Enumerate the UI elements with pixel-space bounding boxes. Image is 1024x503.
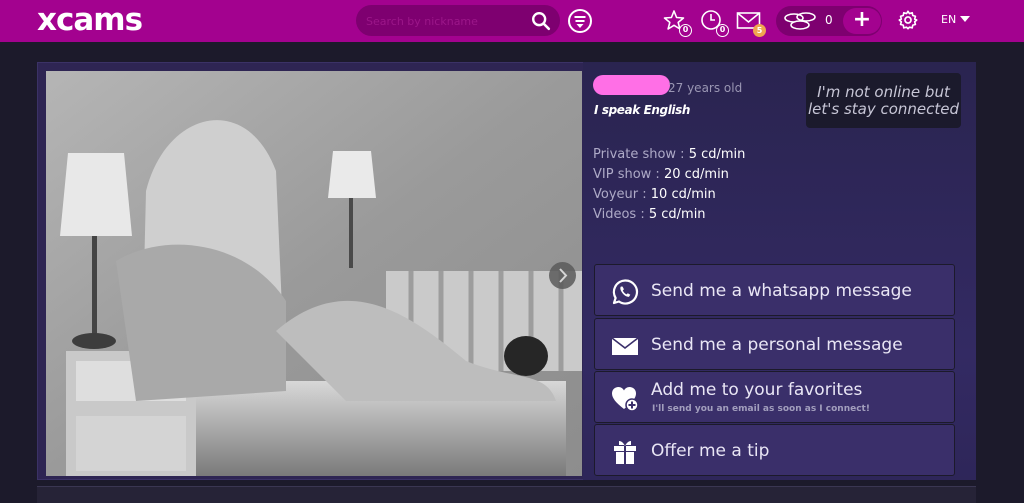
offer-tip-button[interactable]: Offer me a tip xyxy=(594,424,955,476)
offline-status-text: I'm not online but let's stay connected xyxy=(807,83,960,118)
search-box xyxy=(356,5,560,36)
model-name-redacted xyxy=(593,75,670,95)
add-favorites-sublabel: I'll send you an email as soon as I conn… xyxy=(652,404,870,414)
offline-status-box: I'm not online but let's stay connected xyxy=(806,73,961,128)
site-logo[interactable]: xcams xyxy=(37,2,143,38)
model-languages: I speak English xyxy=(594,103,691,117)
profile-photo[interactable] xyxy=(46,71,582,476)
messages-button[interactable]: 5 xyxy=(736,8,766,37)
top-navigation-bar: xcams 0 0 5 xyxy=(0,0,1024,42)
search-input[interactable] xyxy=(366,11,516,31)
favorites-button[interactable]: 0 xyxy=(662,8,692,37)
history-button[interactable]: 0 xyxy=(699,8,729,37)
model-age: 27 years old xyxy=(668,81,743,95)
gear-icon[interactable] xyxy=(897,9,919,31)
rate-private-show: Private show : 5 cd/min xyxy=(593,147,746,162)
rates-list: Private show : 5 cd/min VIP show : 20 cd… xyxy=(593,145,745,225)
rate-vip-show: VIP show : 20 cd/min xyxy=(593,167,729,182)
search-icon[interactable] xyxy=(530,10,552,32)
favorites-count-badge: 0 xyxy=(679,24,692,37)
personal-message-button[interactable]: Send me a personal message xyxy=(594,318,955,370)
caret-down-icon xyxy=(960,16,971,22)
language-selector[interactable]: EN xyxy=(941,13,971,26)
rate-voyeur: Voyeur : 10 cd/min xyxy=(593,187,716,202)
bedroom-photo-image xyxy=(46,71,582,476)
whatsapp-icon xyxy=(612,279,639,305)
whatsapp-message-button[interactable]: Send me a whatsapp message xyxy=(594,264,955,316)
heart-plus-icon xyxy=(612,387,639,412)
language-label: EN xyxy=(941,13,957,26)
rate-videos: Videos : 5 cd/min xyxy=(593,207,706,222)
add-credits-button[interactable]: + xyxy=(843,8,881,34)
coins-icon xyxy=(784,12,816,30)
gift-icon xyxy=(614,441,636,464)
add-favorites-label: Add me to your favorites xyxy=(651,380,863,400)
credits-widget: 0 + xyxy=(776,6,882,36)
personal-message-label: Send me a personal message xyxy=(651,335,903,355)
history-count-badge: 0 xyxy=(716,24,729,37)
chevron-right-icon xyxy=(559,268,568,283)
offer-tip-label: Offer me a tip xyxy=(651,441,770,461)
lower-section-bar xyxy=(37,486,976,503)
next-photo-button[interactable] xyxy=(549,262,576,289)
messages-count-badge: 5 xyxy=(753,24,766,37)
filter-icon[interactable] xyxy=(567,8,593,34)
envelope-icon xyxy=(611,337,639,355)
credits-count: 0 xyxy=(825,13,833,27)
whatsapp-message-label: Send me a whatsapp message xyxy=(651,281,912,301)
add-favorites-button[interactable]: Add me to your favorites I'll send you a… xyxy=(594,371,955,423)
